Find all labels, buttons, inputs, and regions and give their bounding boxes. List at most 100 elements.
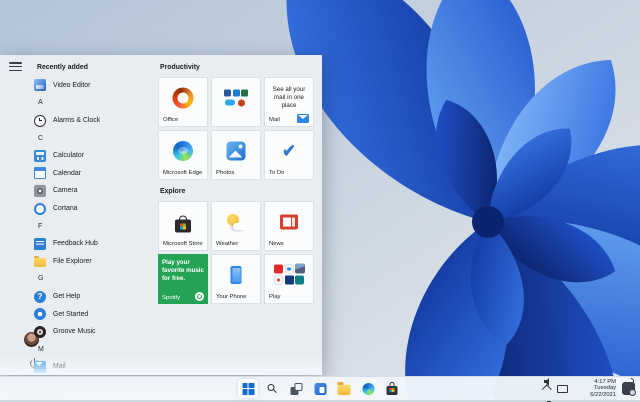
app-list-letter-m[interactable]: M <box>34 341 156 359</box>
app-list-letter-a[interactable]: A <box>34 94 156 112</box>
taskbar-start-button[interactable] <box>238 379 259 398</box>
app-item-alarms-clock[interactable]: Alarms & Clock <box>34 112 156 130</box>
app-item-calendar[interactable]: Calendar <box>34 165 156 183</box>
windows-logo-square <box>242 389 247 394</box>
app-item-label: Mail <box>53 363 66 370</box>
calculator-icon <box>34 150 46 162</box>
windows-logo-square <box>249 383 254 388</box>
edge-icon <box>362 383 374 395</box>
app-item-cortana[interactable]: Cortana <box>34 200 156 218</box>
app-item-label: Alarms & Clock <box>53 117 100 124</box>
hidden-icons-chevron-icon[interactable] <box>542 384 552 394</box>
folder-icon <box>338 385 351 395</box>
mini-app-icon <box>241 90 248 97</box>
taskbar-task-view-button[interactable] <box>286 379 307 398</box>
mini-app-icon <box>295 264 305 274</box>
notification-center-icon[interactable] <box>622 382 635 395</box>
mini-app-icon <box>274 265 283 274</box>
todo-icon <box>279 141 299 161</box>
tile-label: Weather <box>216 241 238 247</box>
taskbar-store-button[interactable] <box>382 379 403 398</box>
app-item-label: Camera <box>53 187 78 194</box>
mini-app-icon <box>295 276 304 285</box>
taskbar-edge-button[interactable] <box>358 379 379 398</box>
tile-office-apps[interactable] <box>211 77 261 127</box>
taskbar-widgets-button[interactable] <box>310 379 331 398</box>
your-phone-icon <box>231 266 242 284</box>
system-tray: 4:17 PM Tuesday 6/22/2021 <box>544 377 635 400</box>
app-item-label: Feedback Hub <box>53 240 98 247</box>
app-item-label: Groove Music <box>53 328 96 335</box>
mini-app-icon <box>225 100 235 106</box>
tile-play[interactable]: Play <box>264 254 314 304</box>
camera-icon <box>34 185 46 197</box>
tile-your-phone[interactable]: Your Phone <box>211 254 261 304</box>
tile-mail[interactable]: See all your mail in one placeMail <box>264 77 314 127</box>
app-item-feedback-hub[interactable]: Feedback Hub <box>34 235 156 253</box>
video-editor-icon <box>34 79 46 91</box>
tile-grid-productivity: Office See all your mail in one placeMail… <box>158 77 318 180</box>
photos-icon <box>227 142 246 161</box>
spotify-badge-icon <box>195 292 204 301</box>
tile-photos[interactable]: Photos <box>211 130 261 180</box>
taskbar-search-button[interactable] <box>262 379 283 398</box>
app-item-label: Video Editor <box>53 82 90 89</box>
app-list-letter-f[interactable]: F <box>34 217 156 235</box>
edge-icon <box>173 141 193 161</box>
tile-to-do[interactable]: To Do <box>264 130 314 180</box>
tile-weather[interactable]: Weather <box>211 201 261 251</box>
app-item-get-help[interactable]: Get Help <box>34 288 156 306</box>
feedback-hub-icon <box>34 238 46 250</box>
cortana-icon <box>34 203 46 215</box>
start-menu: Recently added Video EditorAAlarms & Clo… <box>0 55 322 375</box>
app-list-letter-c[interactable]: C <box>34 129 156 147</box>
office-icon <box>173 88 194 109</box>
mini-app-icon <box>285 265 294 274</box>
taskbar-clock[interactable]: 4:17 PM Tuesday 6/22/2021 <box>590 379 616 399</box>
tile-label: Office <box>163 117 178 123</box>
tile-spotify[interactable]: Play your favorite music for free.Spotif… <box>158 254 208 304</box>
network-icon[interactable] <box>557 385 568 393</box>
tile-grid-explore: Microsoft Store Weather News Play your favo… <box>158 201 318 304</box>
taskbar-file-explorer-button[interactable] <box>334 379 355 398</box>
get-help-icon <box>34 291 46 303</box>
widgets-icon <box>314 383 326 395</box>
app-list-letter-g[interactable]: G <box>34 270 156 288</box>
volume-icon[interactable] <box>574 384 584 393</box>
groove-music-icon <box>34 326 46 338</box>
alarms-clock-icon <box>34 115 46 127</box>
taskbar: 4:17 PM Tuesday 6/22/2021 <box>0 376 640 400</box>
tile-sections: Productivity Office See all your mail in o… <box>158 63 318 312</box>
app-item-video-editor[interactable]: Video Editor <box>34 77 156 95</box>
tile-office[interactable]: Office <box>158 77 208 127</box>
app-item-camera[interactable]: Camera <box>34 182 156 200</box>
tile-label: Play <box>269 294 280 300</box>
clock-time: 4:17 PM <box>590 379 616 386</box>
app-item-label: Calendar <box>53 170 81 177</box>
mini-app-icon <box>238 99 245 106</box>
app-item-label: Get Help <box>53 293 80 300</box>
mini-app-icon <box>284 275 295 286</box>
app-item-calculator[interactable]: Calculator <box>34 147 156 165</box>
tile-section-title-productivity: Productivity <box>160 64 318 76</box>
app-item-label: Cortana <box>53 205 78 212</box>
hamburger-menu-button[interactable] <box>9 62 22 72</box>
app-item-mail[interactable]: Mail <box>34 358 156 375</box>
taskbar-buttons <box>238 377 403 400</box>
app-item-label: File Explorer <box>53 258 92 265</box>
app-item-groove-music[interactable]: Groove Music <box>34 323 156 341</box>
mini-app-icon <box>233 90 240 97</box>
tile-news[interactable]: News <box>264 201 314 251</box>
tile-label: News <box>269 241 284 247</box>
tile-microsoft-store[interactable]: Microsoft Store <box>158 201 208 251</box>
tile-label: Microsoft Store <box>163 241 203 247</box>
tile-microsoft-edge[interactable]: Microsoft Edge <box>158 130 208 180</box>
app-item-get-started[interactable]: Get Started <box>34 305 156 323</box>
office-apps-icon <box>224 90 248 107</box>
tile-label: Microsoft Edge <box>163 170 202 176</box>
get-started-icon <box>34 308 46 320</box>
tile-promo-text: See all your mail in one place <box>269 86 309 110</box>
app-item-file-explorer[interactable]: File Explorer <box>34 253 156 271</box>
windows-logo-square <box>242 383 247 388</box>
tile-label: Your Phone <box>216 294 247 300</box>
